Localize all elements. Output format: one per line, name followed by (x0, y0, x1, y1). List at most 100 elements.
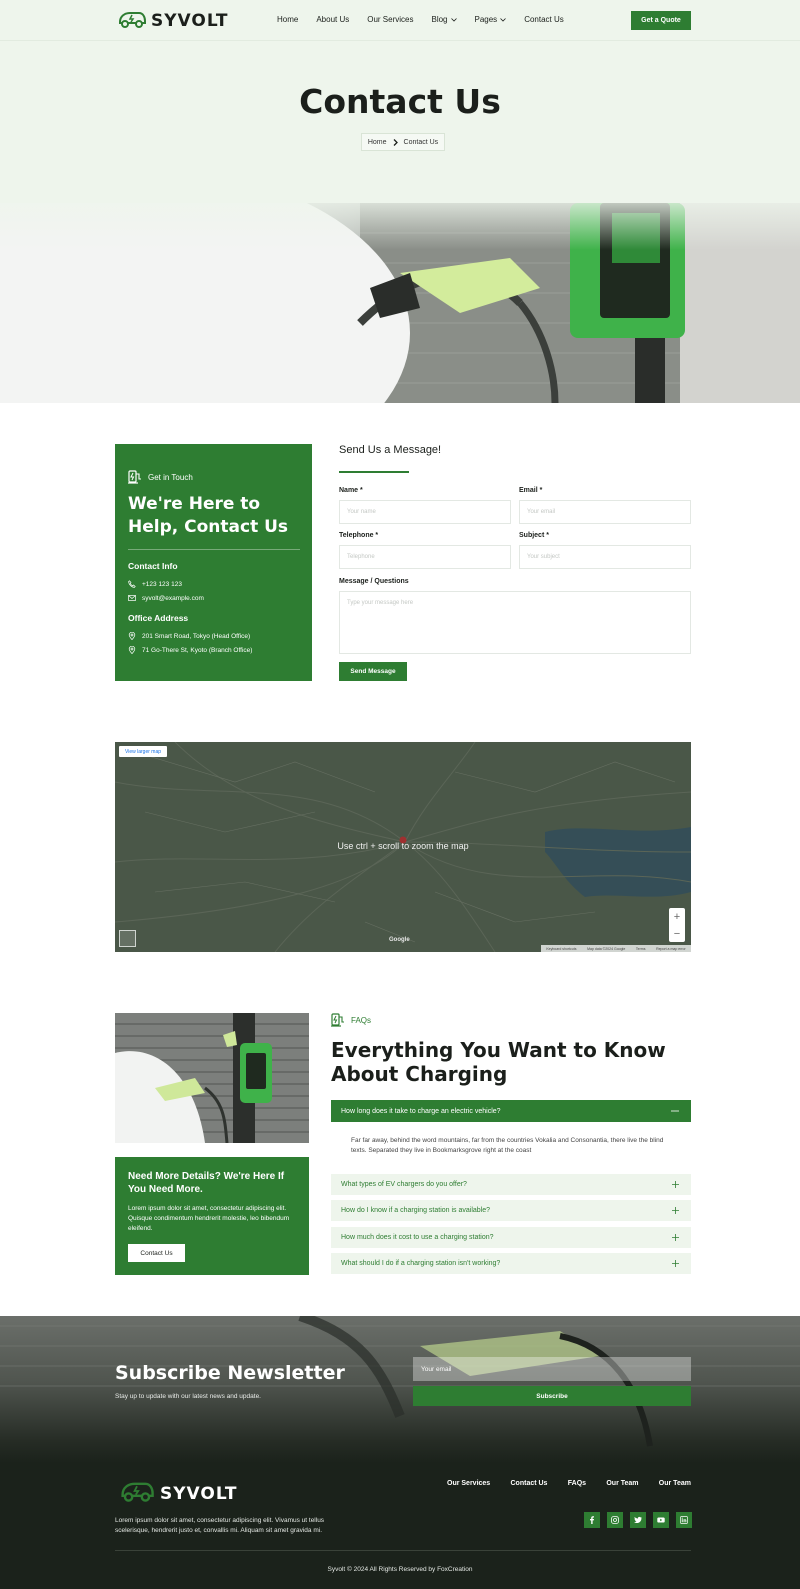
nav-label: Contact Us (524, 15, 564, 24)
faq-question[interactable]: What should I do if a charging station i… (331, 1253, 691, 1274)
page-title: Contact Us (299, 82, 501, 121)
map-attribution: Keyboard shortcuts Map data ©2024 Google… (541, 945, 691, 952)
hero-fade (0, 190, 800, 250)
plus-icon (672, 1181, 679, 1188)
faq-question[interactable]: How do I know if a charging station is a… (331, 1200, 691, 1221)
chevron-down-icon (500, 17, 506, 22)
social-links (584, 1512, 692, 1528)
google-logo: Google (389, 937, 410, 943)
youtube-icon[interactable] (653, 1512, 669, 1528)
newsletter-subtitle: Stay up to update with our latest news a… (115, 1393, 261, 1400)
zoom-in-button[interactable]: + (674, 911, 680, 923)
get-quote-button[interactable]: Get a Quote (631, 11, 691, 30)
need-more-text: Lorem ipsum dolor sit amet, consectetur … (128, 1205, 290, 1232)
footer-link[interactable]: FAQs (568, 1480, 586, 1487)
email-row[interactable]: syvolt@example.com (128, 594, 204, 602)
nav-label: Our Services (367, 15, 414, 24)
faq-question[interactable]: How much does it cost to use a charging … (331, 1227, 691, 1248)
footer-link[interactable]: Our Services (447, 1480, 490, 1487)
footer-link[interactable]: Contact Us (511, 1480, 548, 1487)
breadcrumb-current: Contact Us (403, 138, 439, 146)
faq-question-text: How much does it cost to use a charging … (341, 1234, 494, 1241)
nav-pages[interactable]: Pages (475, 15, 507, 24)
plus-icon (672, 1234, 679, 1241)
nav-services[interactable]: Our Services (367, 15, 413, 24)
newsletter-email-input[interactable]: Your email (413, 1357, 691, 1381)
need-more-heading: Need More Details? We're Here If You Nee… (128, 1171, 285, 1195)
telephone-input[interactable]: Telephone (339, 545, 511, 569)
faq-question-text: How long does it take to charge an elect… (341, 1107, 501, 1115)
map-type-toggle[interactable] (119, 930, 136, 947)
faq-question-open[interactable]: How long does it take to charge an elect… (331, 1100, 691, 1122)
linkedin-icon[interactable] (676, 1512, 692, 1528)
subject-label: Subject * (519, 532, 549, 539)
send-message-button[interactable]: Send Message (339, 662, 407, 681)
map-zoom-hint: Use ctrl + scroll to zoom the map (337, 841, 469, 851)
nav-contact[interactable]: Contact Us (524, 15, 564, 24)
footer-description: Lorem ipsum dolor sit amet, consectetur … (115, 1517, 325, 1534)
email-label: Email * (519, 487, 543, 494)
footer-links: Our Services Contact Us FAQs Our Team Ou… (447, 1480, 691, 1487)
email-address: syvolt@example.com (142, 594, 204, 602)
copyright-text: Syvolt © 2024 All Rights Reserved by Fox… (327, 1566, 473, 1573)
message-label: Message / Questions (339, 578, 409, 585)
map-attribution-item[interactable]: Terms (636, 947, 646, 951)
footer-divider (115, 1550, 691, 1551)
plus-icon (672, 1260, 679, 1267)
address-row: 71 Go-There St, Kyoto (Branch Office) (128, 646, 252, 654)
faq-title: Everything You Want to Know About Chargi… (331, 1038, 666, 1086)
view-larger-map-link[interactable]: View larger map (119, 746, 167, 757)
brand-name: SYVOLT (151, 11, 229, 31)
nav-blog[interactable]: Blog (431, 15, 457, 24)
minus-icon (671, 1110, 679, 1112)
zoom-out-button[interactable]: − (674, 928, 680, 940)
main-nav: Home About Us Our Services Blog Pages Co… (277, 15, 564, 24)
chevron-down-icon (450, 17, 457, 22)
breadcrumb-home[interactable]: Home (368, 139, 387, 146)
newsletter-title: Subscribe Newsletter (115, 1362, 345, 1384)
subject-input[interactable]: Your subject (519, 545, 691, 569)
message-textarea[interactable]: Type your message here (339, 591, 691, 654)
charging-station-icon (128, 470, 141, 484)
phone-row[interactable]: +123 123 123 (128, 580, 182, 588)
office-address-heading: Office Address (128, 613, 189, 623)
contact-heading: We're Here to Help, Contact Us (128, 494, 289, 537)
faq-question[interactable]: What types of EV chargers do you offer? (331, 1174, 691, 1195)
footer-link[interactable]: Our Team (606, 1480, 638, 1487)
faq-charger-photo (115, 1013, 309, 1143)
email-input[interactable]: Your email (519, 500, 691, 524)
name-input[interactable]: Your name (339, 500, 511, 524)
nav-label: Blog (431, 15, 448, 24)
faq-question-text: How do I know if a charging station is a… (341, 1207, 491, 1214)
brand-logo[interactable]: SYVOLT (117, 10, 228, 32)
nav-label: Pages (474, 15, 498, 24)
footer-logo[interactable]: SYVOLT (119, 1480, 237, 1507)
instagram-icon[interactable] (607, 1512, 623, 1528)
phone-number: +123 123 123 (142, 580, 182, 588)
footer-link[interactable]: Our Team (659, 1480, 691, 1487)
contact-us-button[interactable]: Contact Us (128, 1244, 185, 1262)
email-icon (128, 595, 136, 601)
nav-label: About Us (316, 15, 350, 24)
faq-question-text: What should I do if a charging station i… (341, 1260, 501, 1267)
map-attribution-item[interactable]: Report a map error (656, 947, 686, 951)
nav-about[interactable]: About Us (316, 15, 349, 24)
nav-home[interactable]: Home (277, 15, 298, 24)
map-attribution-item[interactable]: Keyboard shortcuts (546, 947, 576, 951)
facebook-icon[interactable] (584, 1512, 600, 1528)
get-in-touch-tag: Get in Touch (128, 470, 193, 484)
map-attribution-item: Map data ©2024 Google (587, 946, 626, 951)
tag-label: FAQs (351, 1015, 372, 1025)
faq-question-text: What types of EV chargers do you offer? (341, 1181, 467, 1188)
twitter-icon[interactable] (630, 1512, 646, 1528)
form-title: Send Us a Message! (339, 444, 442, 456)
faq-answer: Far far away, behind the word mountains,… (351, 1137, 664, 1154)
name-label: Name * (339, 487, 363, 494)
ev-car-logo-icon (119, 1480, 155, 1507)
subscribe-button[interactable]: Subscribe (413, 1386, 691, 1406)
map-zoom-control: + − (669, 908, 685, 942)
faq-tag: FAQs (331, 1013, 371, 1027)
charging-station-icon (331, 1013, 344, 1027)
breadcrumb: Home Contact Us (361, 133, 445, 151)
embedded-map[interactable]: Use ctrl + scroll to zoom the map View l… (115, 742, 691, 952)
